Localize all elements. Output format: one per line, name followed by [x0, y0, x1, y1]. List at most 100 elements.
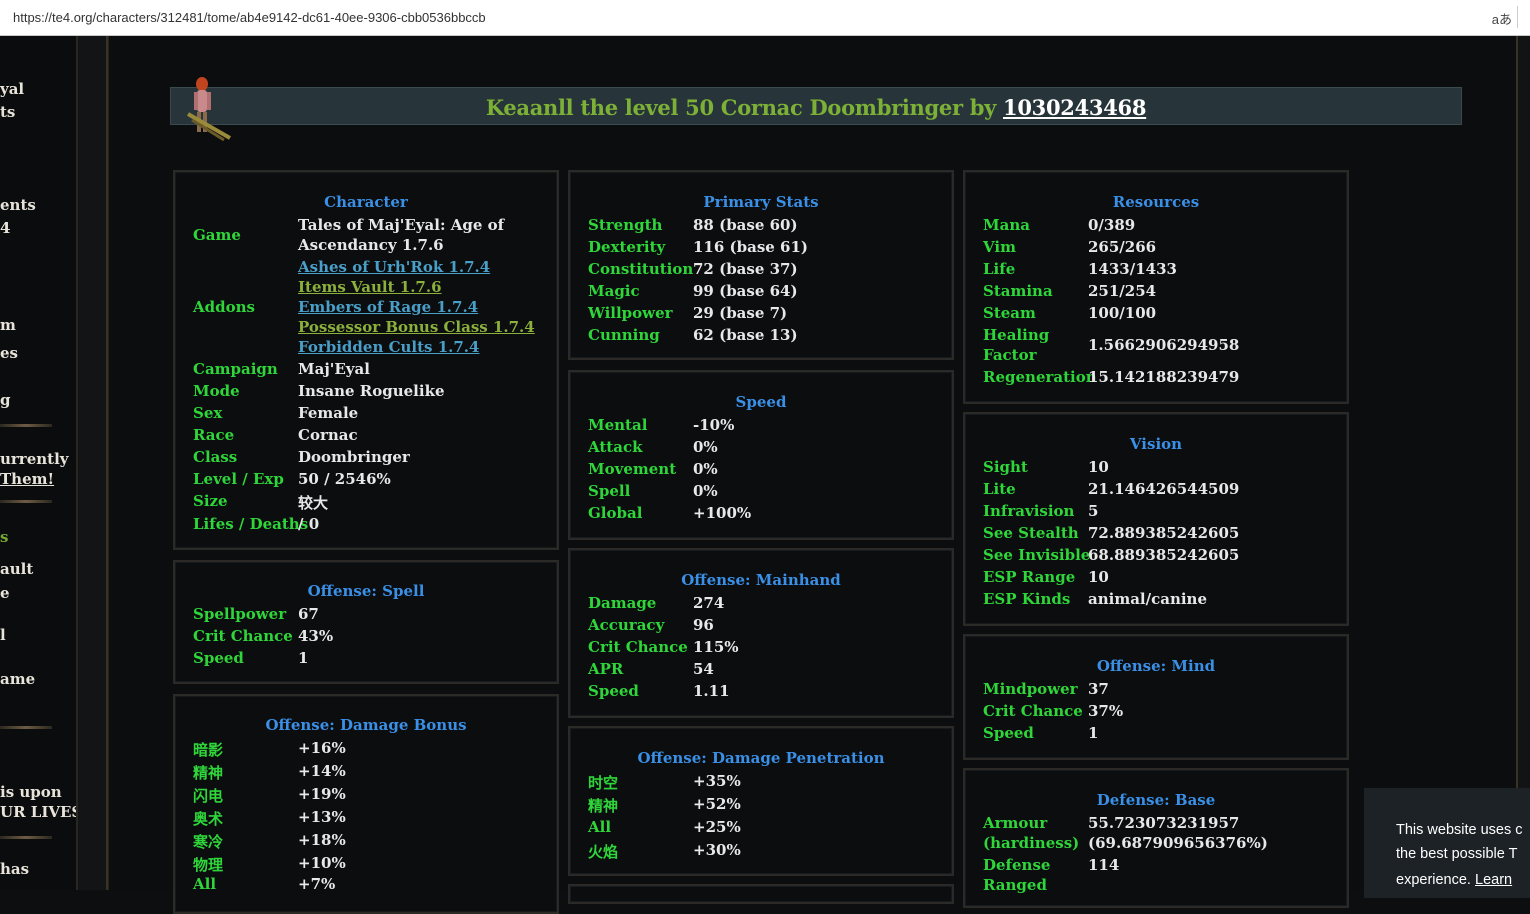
stat-value: +10%: [298, 854, 346, 872]
stat-value: 1: [298, 649, 309, 667]
sidebar-fragment[interactable]: yal: [0, 80, 24, 98]
addon-link[interactable]: Embers of Rage 1.7.4: [298, 298, 478, 316]
stat-label: Movement: [588, 460, 677, 478]
stat-label: 时空: [588, 774, 619, 792]
left-sidebar: yal ts ents 4 m es g urrently Them! s au…: [0, 36, 78, 890]
stat-label: Cunning: [588, 326, 660, 344]
sidebar-link[interactable]: Them!: [0, 470, 54, 488]
stat-label: 闪电: [193, 787, 224, 805]
stat-label: Attack: [588, 438, 643, 456]
stat-label: Armour: [983, 814, 1048, 832]
sidebar-fragment[interactable]: ault: [0, 560, 33, 578]
stat-value: 较大: [298, 494, 329, 512]
browser-address-bar[interactable]: https://te4.org/characters/312481/tome/a…: [0, 0, 1530, 36]
stat-label: ESP Range: [983, 568, 1076, 586]
stat-value: 10: [1088, 458, 1109, 476]
stat-value: +52%: [693, 795, 741, 813]
translate-icon[interactable]: aあ: [1492, 9, 1512, 28]
sidebar-fragment[interactable]: l: [0, 626, 6, 644]
stat-value: 72.889385242605: [1088, 524, 1240, 542]
stat-label: Mindpower: [983, 680, 1078, 698]
stat-value: / 0: [298, 515, 320, 533]
stat-value: 0/389: [1088, 216, 1136, 234]
stat-value: 15.142188239479: [1088, 368, 1240, 386]
addon-link[interactable]: Items Vault 1.7.6: [298, 278, 442, 296]
stat-value: +19%: [298, 785, 346, 803]
stat-label: 火焰: [588, 843, 619, 861]
character-header: Keaanll the level 50 Cornac Doombringer …: [170, 87, 1462, 125]
sidebar-fragment[interactable]: e: [0, 584, 10, 602]
panel-title: Offense: Mind: [1096, 657, 1216, 675]
stat-label: Level / Exp: [193, 470, 284, 488]
stat-value: +25%: [693, 818, 741, 836]
stat-value: 67: [298, 605, 319, 623]
stat-label: Factor: [983, 346, 1037, 364]
game-label: Game: [193, 226, 241, 244]
stat-label: Regeneration: [983, 368, 1097, 386]
url-text[interactable]: https://te4.org/characters/312481/tome/a…: [13, 10, 486, 25]
stat-label: Speed: [983, 724, 1034, 742]
sidebar-fragment: urrently: [0, 450, 69, 468]
stat-label: Sight: [983, 458, 1028, 476]
stat-value: Insane Roguelike: [298, 382, 445, 400]
stat-label: Spell: [588, 482, 631, 500]
stat-label: 物理: [193, 856, 224, 874]
addon-link[interactable]: Forbidden Cults 1.7.4: [298, 338, 479, 356]
panel-title: Character: [324, 193, 408, 211]
stat-value: 68.889385242605: [1088, 546, 1240, 564]
stat-label: Mode: [193, 382, 240, 400]
stat-value: 72 (base 37): [693, 260, 798, 278]
stat-value: -10%: [693, 416, 735, 434]
sidebar-fragment[interactable]: ts: [0, 103, 15, 121]
stat-label: Constitution: [588, 260, 694, 278]
addon-link[interactable]: Possessor Bonus Class 1.7.4: [298, 318, 535, 336]
sidebar-fragment[interactable]: ents: [0, 196, 36, 214]
stat-label: Crit Chance: [588, 638, 688, 656]
stat-label: Crit Chance: [983, 702, 1083, 720]
stat-label: 寒冷: [193, 833, 224, 851]
panel-title: Defense: Base: [1096, 791, 1216, 809]
sidebar-fragment[interactable]: es: [0, 344, 18, 362]
sidebar-fragment: has: [0, 860, 30, 878]
stat-label: Life: [983, 260, 1016, 278]
stat-label: Damage: [588, 594, 657, 612]
stat-label: Infravision: [983, 502, 1075, 520]
scrollbar[interactable]: [1516, 36, 1530, 890]
stat-label: Strength: [588, 216, 663, 234]
panel-title: Offense: Damage Bonus: [265, 716, 467, 734]
sidebar-fragment[interactable]: ame: [0, 670, 35, 688]
stat-value: 50 / 2546%: [298, 470, 391, 488]
sidebar-fragment[interactable]: m: [0, 316, 16, 334]
stat-value: +7%: [298, 875, 336, 893]
cookie-learn-link[interactable]: Learn: [1475, 872, 1512, 888]
stat-value: 88 (base 60): [693, 216, 798, 234]
stat-value: 5: [1088, 502, 1099, 520]
stat-label: Global: [588, 504, 643, 522]
stat-value: 37%: [1088, 702, 1124, 720]
stat-value: 55.723073231957: [1088, 814, 1240, 832]
cookie-text: the best possible T: [1396, 846, 1518, 862]
stat-value: animal/canine: [1088, 590, 1207, 608]
character-avatar-icon: [187, 77, 231, 142]
sidebar-fragment: UR LIVES!: [0, 803, 76, 821]
panel-title: Offense: Damage Penetration: [637, 749, 885, 767]
stat-label: Class: [193, 448, 238, 466]
sidebar-fragment[interactable]: g: [0, 391, 11, 409]
stat-label: Defense: [983, 856, 1051, 874]
stat-value: 0%: [693, 482, 718, 500]
author-link[interactable]: 1030243468: [1003, 95, 1146, 120]
stat-value: +13%: [298, 808, 346, 826]
stat-label: Mana: [983, 216, 1030, 234]
address-bar-divider: [1517, 6, 1518, 28]
addon-link[interactable]: Ashes of Urh'Rok 1.7.4: [298, 258, 490, 276]
stat-value: 29 (base 7): [693, 304, 788, 322]
stat-value: Maj'Eyal: [298, 360, 370, 378]
cookie-banner: This website uses c the best possible T …: [1364, 788, 1530, 898]
title-text: Keaanll the level 50 Cornac Doombringer …: [485, 95, 1004, 120]
stat-label: Willpower: [588, 304, 673, 322]
page-title: Keaanll the level 50 Cornac Doombringer …: [171, 95, 1461, 120]
stat-label: See Stealth: [983, 524, 1079, 542]
stat-label: Spellpower: [193, 605, 287, 623]
sidebar-fragment[interactable]: 4: [0, 219, 10, 237]
stat-value: 116 (base 61): [693, 238, 809, 256]
